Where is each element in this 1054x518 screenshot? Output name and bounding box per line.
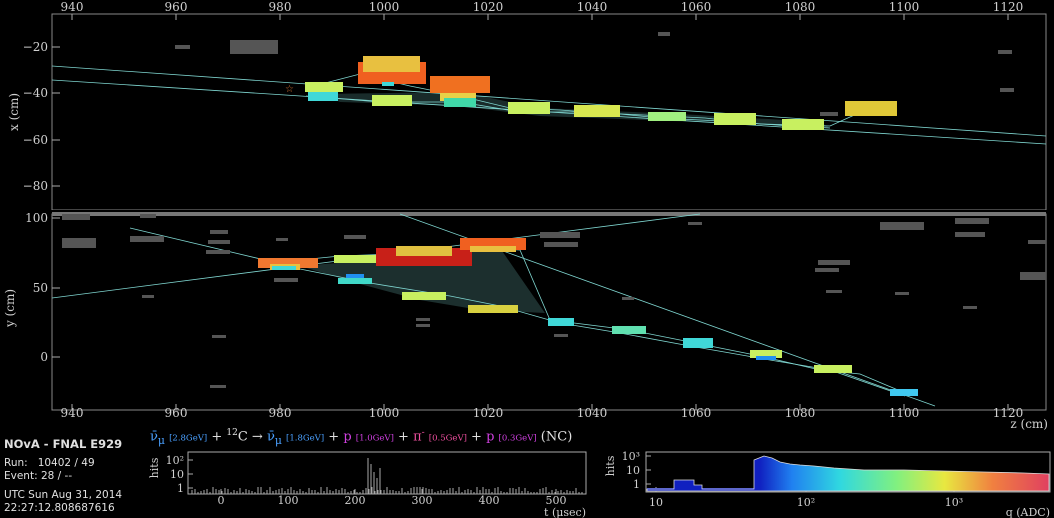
- plus-2: +: [328, 429, 344, 445]
- charge-hist-ytick: 10: [626, 464, 640, 477]
- run-label: Run:: [4, 457, 28, 469]
- event-info: Event: 28 / --: [4, 470, 72, 482]
- time-hist-ytick: 10: [170, 468, 184, 481]
- nu-out-energy: [1.8GeV]: [286, 433, 325, 444]
- nu-in-energy: [2.8GeV]: [169, 433, 208, 444]
- time-hist-xtick: 0: [218, 494, 225, 507]
- event-value: 28 / --: [40, 470, 73, 482]
- carbon: C →: [237, 429, 267, 445]
- pion: π: [413, 429, 422, 445]
- xz-x-tick-label: −20: [23, 40, 48, 54]
- xz-z-tick-label: 1080: [785, 0, 816, 14]
- xz-z-tick-label: 1100: [889, 0, 920, 14]
- y-axis-label: y (cm): [3, 289, 17, 328]
- time-hist-xtick: 200: [345, 494, 366, 507]
- xz-z-tick-label: 940: [61, 0, 84, 14]
- time-hist-xtick: 400: [479, 494, 500, 507]
- charge-hist-ytick: 1: [633, 478, 640, 491]
- nu-out: ν̄: [266, 429, 275, 445]
- xz-x-tick-label: −60: [23, 133, 48, 147]
- z-axis-label: z (cm): [1010, 417, 1048, 430]
- time-histogram[interactable]: hits 10²101 0 100 200 300 400 500 t (μsec): [148, 448, 588, 518]
- time-hist-ytick: 10²: [166, 454, 184, 467]
- xz-z-tick-label: 1060: [681, 0, 712, 14]
- charge-hist-xtick: 10³: [945, 496, 963, 509]
- xz-z-tick-label: 980: [269, 0, 292, 14]
- nu-out-sub: μ: [274, 433, 282, 447]
- proton-1-energy: [1.0GeV]: [355, 433, 394, 444]
- pion-charge: -: [421, 428, 425, 438]
- proton-2-energy: [0.3GeV]: [498, 433, 537, 444]
- yz-y-tick-label: 0: [40, 350, 48, 364]
- yz-y-tick-label: 100: [25, 211, 48, 225]
- time-hist-xtick: 300: [412, 494, 433, 507]
- charge-hist-xlabel: q (ADC): [1006, 506, 1050, 518]
- plus-4: +: [471, 429, 487, 445]
- run-info: Run: 10402 / 49: [4, 457, 95, 469]
- event-date: UTC Sun Aug 31, 2014: [4, 489, 123, 501]
- yz-y-tick-label: 50: [33, 281, 48, 295]
- xz-z-tick-label: 1000: [369, 0, 400, 14]
- charge-histogram[interactable]: hits 10³101 10 10² 10³ q (ADC): [604, 448, 1054, 518]
- proton-2: p: [486, 429, 495, 445]
- time-hist-ytick: 1: [177, 482, 184, 495]
- time-hist-ylabel: hits: [148, 457, 161, 478]
- nc-label: (NC): [540, 429, 573, 445]
- xz-z-tick-label: 960: [165, 0, 188, 14]
- reaction-formula: ν̄μ [2.8GeV] + 12C → ν̄μ [1.8GeV] + p [1…: [150, 428, 572, 447]
- charge-hist-ylabel: hits: [604, 455, 617, 476]
- carbon-mass: 12: [226, 428, 238, 438]
- time-hist-xtick: 100: [278, 494, 299, 507]
- xz-z-tick-label: 1120: [993, 0, 1024, 14]
- charge-hist-xtick: 10: [649, 496, 663, 509]
- plus-1: +: [211, 429, 227, 445]
- xz-view-panel[interactable]: 940 960 980 1000 1020 1040 1060 1080 1100 1120 −2…: [0, 0, 1054, 210]
- xz-x-tick-label: −80: [23, 179, 48, 193]
- pion-energy: [0.5GeV]: [428, 433, 467, 444]
- svg-text:☆: ☆: [285, 84, 294, 95]
- time-hist-xlabel: t (μsec): [544, 506, 586, 518]
- xz-z-tick-label: 1040: [577, 0, 608, 14]
- experiment-title: NOvA - FNAL E929: [4, 437, 123, 451]
- nu-in: ν̄: [150, 429, 158, 445]
- x-axis-label: x (cm): [7, 93, 21, 131]
- charge-hist-xtick: 10²: [797, 496, 815, 509]
- run-value: 10402 / 49: [37, 457, 95, 469]
- event-label: Event:: [4, 470, 38, 482]
- event-time: 22:27:12.808687616: [4, 502, 115, 514]
- xz-x-tick-label: −40: [23, 86, 48, 100]
- yz-view-panel[interactable]: 940 960 980 1000 1020 1040 1060 1080 1100 1120 10…: [0, 208, 1054, 430]
- charge-hist-ytick: 10³: [622, 450, 640, 463]
- xz-z-tick-label: 1020: [473, 0, 504, 14]
- nu-in-sub: μ: [157, 433, 165, 447]
- plus-3: +: [398, 429, 414, 445]
- proton-1: p: [343, 429, 352, 445]
